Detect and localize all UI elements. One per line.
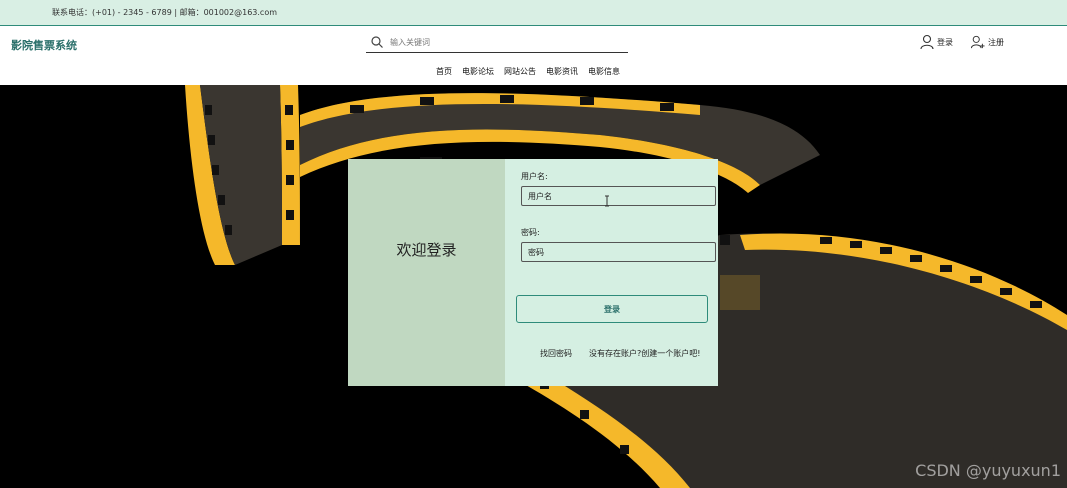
username-field[interactable] bbox=[521, 186, 716, 206]
login-card-welcome-panel: 欢迎登录 bbox=[348, 159, 505, 386]
top-contact-bar: 联系电话：(+01) - 2345 - 6789 | 邮箱：001002@163… bbox=[0, 0, 1067, 26]
login-form: 用户名: 密码: 登录 找回密码 没有存在账户?创建一个账户吧! bbox=[505, 159, 718, 386]
main-nav: 首页 电影论坛 网站公告 电影资讯 电影信息 bbox=[436, 66, 620, 77]
login-card: 欢迎登录 用户名: 密码: 登录 找回密码 没有存在账户?创建一个账户吧! bbox=[348, 159, 718, 386]
nav-item-movies[interactable]: 电影信息 bbox=[588, 66, 620, 77]
csdn-watermark: CSDN @yuyuxun1 bbox=[915, 461, 1061, 480]
nav-item-announcements[interactable]: 网站公告 bbox=[504, 66, 536, 77]
site-header: 影院售票系统 登录 注册 首页 电影论坛 网站公告 电影资讯 电影信息 bbox=[0, 26, 1067, 85]
contact-info: 联系电话：(+01) - 2345 - 6789 | 邮箱：001002@163… bbox=[52, 8, 278, 17]
register-link-label: 注册 bbox=[988, 37, 1004, 47]
password-field[interactable] bbox=[521, 242, 716, 262]
nav-item-news[interactable]: 电影资讯 bbox=[546, 66, 578, 77]
nav-item-home[interactable]: 首页 bbox=[436, 66, 452, 77]
add-user-icon bbox=[971, 35, 985, 49]
login-link-label: 登录 bbox=[937, 37, 953, 47]
site-brand[interactable]: 影院售票系统 bbox=[11, 37, 77, 53]
user-icon bbox=[920, 34, 934, 50]
create-account-link[interactable]: 没有存在账户?创建一个账户吧! bbox=[589, 348, 700, 359]
password-label: 密码: bbox=[521, 228, 540, 237]
text-cursor-icon bbox=[605, 195, 609, 207]
login-link[interactable]: 登录 bbox=[920, 34, 953, 50]
username-label: 用户名: bbox=[521, 172, 548, 181]
welcome-heading: 欢迎登录 bbox=[396, 241, 457, 259]
login-button[interactable]: 登录 bbox=[516, 295, 708, 323]
search-icon[interactable] bbox=[370, 35, 384, 49]
nav-item-forum[interactable]: 电影论坛 bbox=[462, 66, 494, 77]
forgot-password-link[interactable]: 找回密码 bbox=[540, 348, 572, 359]
register-link[interactable]: 注册 bbox=[971, 34, 1004, 50]
search-box bbox=[366, 32, 628, 53]
search-input[interactable] bbox=[390, 34, 620, 50]
